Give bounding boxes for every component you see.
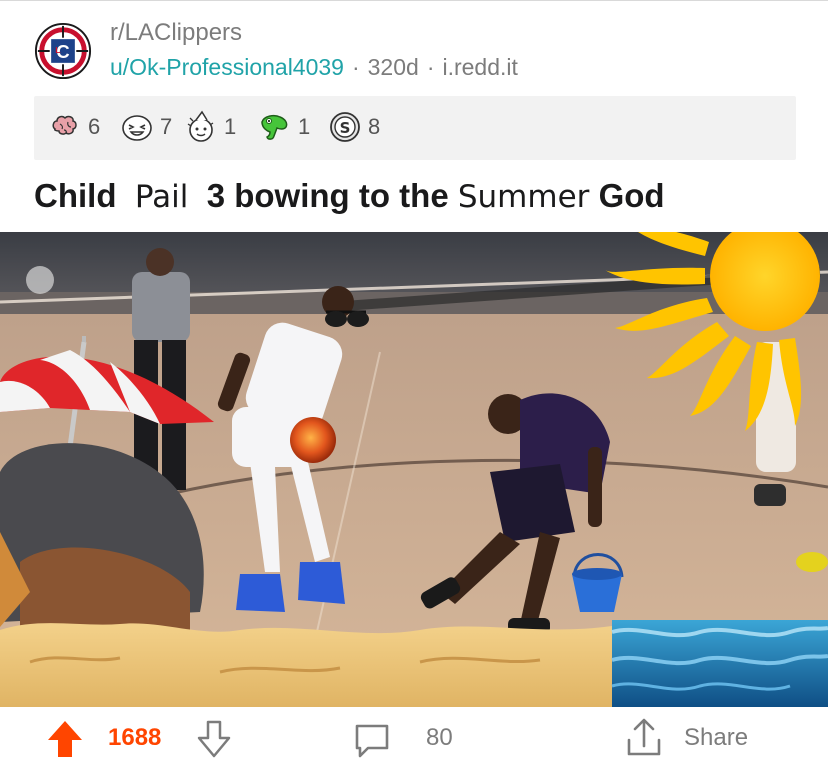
post-domain[interactable]: i.redd.it	[442, 54, 517, 80]
title-part: Child	[34, 177, 117, 214]
award-item[interactable]: 6	[48, 110, 100, 144]
basketball-icon	[290, 417, 336, 463]
post-age: 320d	[367, 54, 419, 80]
green-lizard-award-icon	[261, 114, 288, 140]
title-part: God	[598, 177, 665, 214]
brain-award-icon	[52, 115, 77, 135]
upvote-arrow-icon[interactable]	[44, 718, 86, 760]
post-actions: 1688 80 Share	[0, 708, 828, 770]
award-count: 8	[368, 114, 381, 139]
post-image[interactable]	[0, 232, 828, 707]
award-item[interactable]: S 8	[328, 110, 380, 144]
downvote-arrow-icon[interactable]	[194, 718, 234, 760]
award-item[interactable]: 7	[120, 110, 172, 144]
party-face-award-icon	[187, 110, 214, 142]
awards-bar[interactable]: 6 7 1 1 S 8	[34, 96, 796, 160]
award-count: 1	[224, 114, 237, 139]
top-divider	[0, 0, 828, 1]
post-meta-line: u/Ok-Professional4039 · 320d · i.redd.it	[110, 52, 518, 82]
laughing-face-award-icon	[122, 115, 152, 141]
award-count: 6	[88, 114, 101, 139]
comment-bubble-icon[interactable]	[352, 720, 392, 760]
post-title[interactable]: Child Pail 3 bowing to the Summer God	[34, 174, 665, 219]
separator-dot: ·	[351, 54, 360, 80]
author-link[interactable]: u/Ok-Professional4039	[110, 54, 344, 80]
award-item[interactable]: 1	[184, 110, 236, 144]
share-icon[interactable]	[624, 716, 664, 758]
award-count: 7	[160, 114, 173, 139]
post-header: C L r/LAClippers u/Ok-Professional4039 · 3…	[34, 18, 794, 82]
post-meta: r/LAClippers u/Ok-Professional4039 · 320d ·…	[110, 18, 518, 82]
meme-image	[0, 232, 828, 707]
svg-text:L: L	[55, 45, 61, 55]
vote-score: 1688	[108, 724, 162, 751]
svg-text:S: S	[340, 119, 351, 137]
sand-dunes	[0, 623, 612, 707]
subreddit-name[interactable]: r/LAClippers	[110, 18, 518, 48]
title-part: 3 bowing to the	[206, 177, 449, 214]
award-item[interactable]: 1	[258, 110, 310, 144]
coin-award-icon: S	[330, 112, 360, 142]
title-part: Summer	[457, 179, 590, 215]
award-count: 1	[298, 114, 311, 139]
title-part: Pail	[134, 179, 189, 215]
share-button[interactable]: Share	[684, 724, 748, 752]
separator-dot: ·	[426, 54, 435, 80]
comment-count[interactable]: 80	[426, 724, 453, 752]
clippers-logo-icon[interactable]: C L	[34, 22, 92, 80]
